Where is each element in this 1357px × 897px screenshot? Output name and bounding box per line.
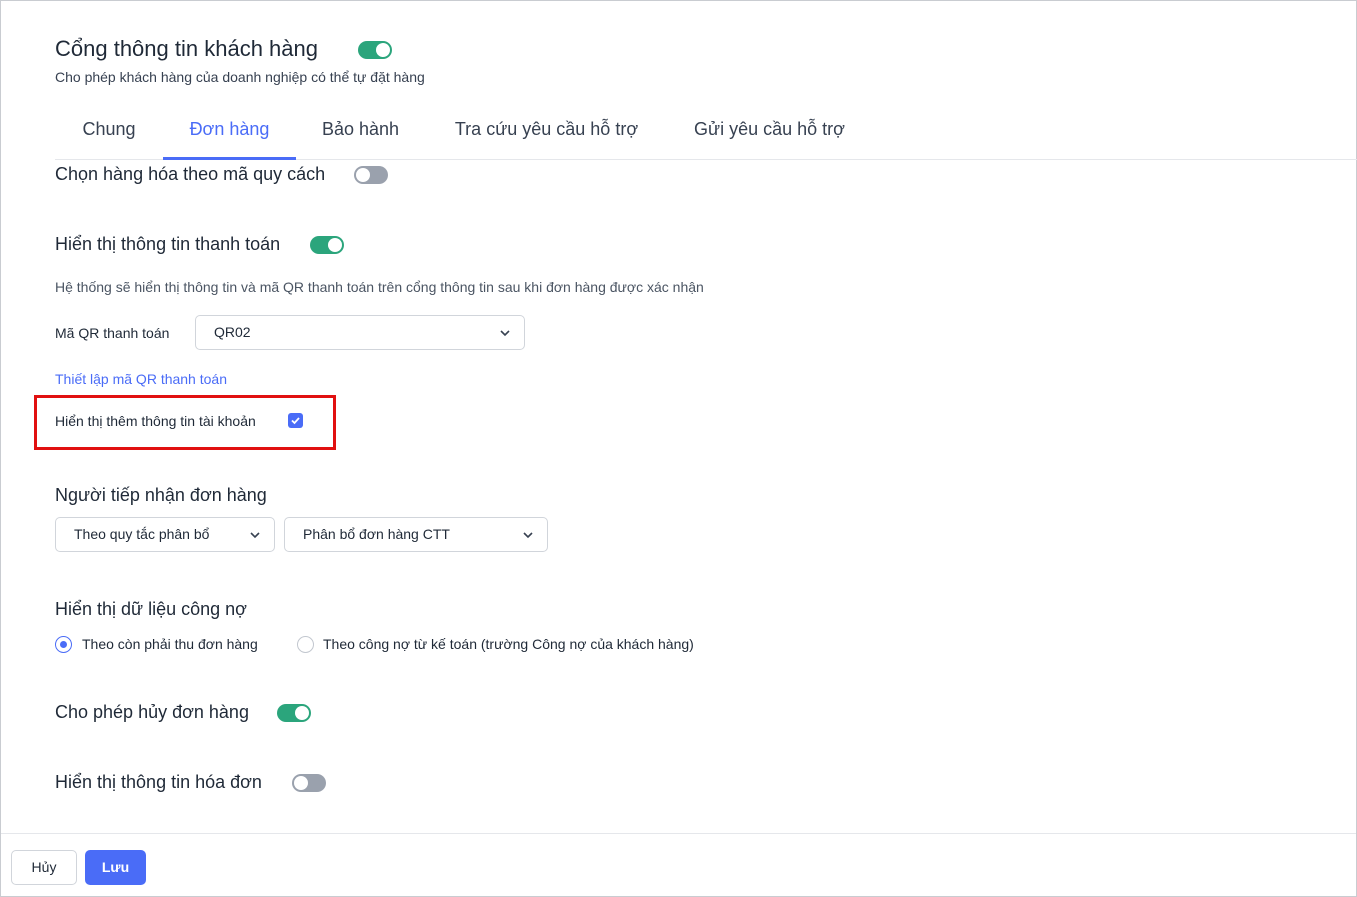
tab-support-submit[interactable]: Gửi yêu cầu hỗ trợ — [668, 108, 871, 160]
receiver-allocation-select[interactable]: Phân bổ đơn hàng CTT — [284, 517, 548, 552]
chevron-down-icon — [500, 330, 510, 337]
debt-option-accounting-label[interactable]: Theo công nợ từ kế toán (trường Công nợ … — [323, 636, 694, 652]
receiver-rule-value: Theo quy tắc phân bổ — [74, 526, 210, 542]
qr-code-select[interactable]: QR02 — [195, 315, 525, 350]
debt-label: Hiển thị dữ liệu công nợ — [55, 599, 247, 619]
footer-bar: Hủy Lưu — [1, 833, 1356, 896]
receiver-label: Người tiếp nhận đơn hàng — [55, 485, 267, 505]
cancel-order-toggle[interactable] — [277, 704, 311, 722]
chevron-down-icon — [523, 532, 533, 539]
receiver-allocation-value: Phân bổ đơn hàng CTT — [303, 526, 450, 542]
qr-setup-link[interactable]: Thiết lập mã QR thanh toán — [55, 371, 227, 387]
save-button[interactable]: Lưu — [85, 850, 146, 885]
payment-info-description: Hệ thống sẽ hiển thị thông tin và mã QR … — [55, 279, 704, 295]
page-subtitle: Cho phép khách hàng của doanh nghiệp có … — [55, 69, 425, 85]
tab-support-lookup[interactable]: Tra cứu yêu cầu hỗ trợ — [425, 108, 668, 160]
tab-warranty[interactable]: Bảo hành — [296, 108, 425, 160]
invoice-info-label: Hiển thị thông tin hóa đơn — [55, 772, 262, 792]
chevron-down-icon — [250, 532, 260, 539]
cancel-button[interactable]: Hủy — [11, 850, 77, 885]
account-info-checkbox[interactable] — [288, 413, 303, 428]
portal-enabled-toggle[interactable] — [358, 41, 392, 59]
debt-option-receivable-label[interactable]: Theo còn phải thu đơn hàng — [82, 636, 258, 652]
spec-code-label: Chọn hàng hóa theo mã quy cách — [55, 164, 326, 184]
payment-info-label: Hiển thị thông tin thanh toán — [55, 234, 281, 254]
tab-general[interactable]: Chung — [55, 108, 163, 160]
qr-code-value: QR02 — [214, 324, 251, 340]
tab-bar: Chung Đơn hàng Bảo hành Tra cứu yêu cầu … — [55, 108, 1357, 160]
debt-option-accounting-radio[interactable] — [297, 636, 314, 653]
qr-code-label: Mã QR thanh toán — [55, 325, 170, 341]
receiver-rule-select[interactable]: Theo quy tắc phân bổ — [55, 517, 275, 552]
check-icon — [291, 417, 300, 425]
page-title: Cổng thông tin khách hàng — [55, 36, 318, 61]
spec-code-toggle[interactable] — [354, 166, 388, 184]
invoice-info-toggle[interactable] — [292, 774, 326, 792]
account-info-label: Hiển thị thêm thông tin tài khoản — [55, 413, 256, 429]
debt-option-receivable-radio[interactable] — [55, 636, 72, 653]
tab-orders[interactable]: Đơn hàng — [163, 108, 296, 160]
payment-info-toggle[interactable] — [310, 236, 344, 254]
cancel-order-label: Cho phép hủy đơn hàng — [55, 702, 249, 722]
